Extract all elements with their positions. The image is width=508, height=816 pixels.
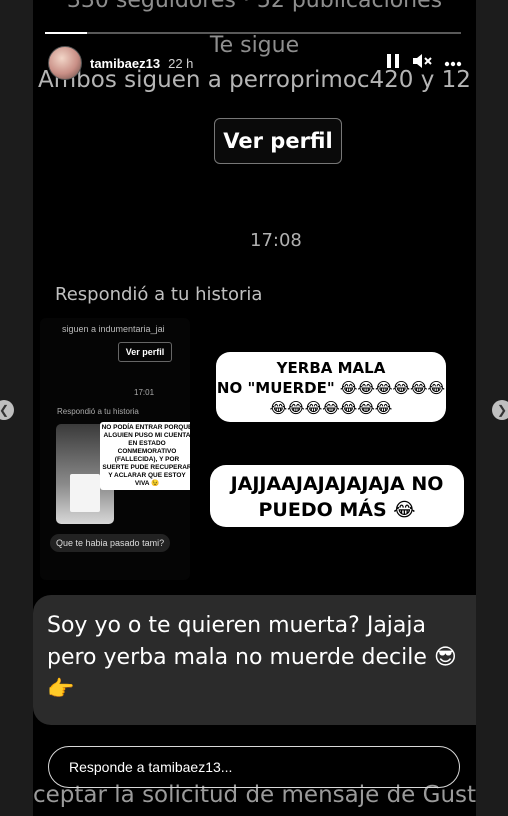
message-bubble: Soy yo o te quieren muerta? Jajaja pero … <box>33 595 476 725</box>
embedded-screenshot: siguen a indumentaria_jai Ver perfil 17:… <box>40 318 190 580</box>
chevron-right-icon: ❯ <box>496 403 508 417</box>
message-line: Soy yo o te quieren muerta? Jajaja <box>47 613 426 638</box>
message-time: 17:08 <box>250 230 302 251</box>
replied-to-story-label: Respondió a tu historia <box>55 284 263 305</box>
pause-icon[interactable] <box>386 53 400 74</box>
message-line: 👉 <box>47 677 75 702</box>
reply-input[interactable]: Responde a tamibaez13... <box>48 746 460 788</box>
reply-placeholder: Responde a tamibaez13... <box>69 759 233 775</box>
chevron-left-icon: ❮ <box>0 403 9 417</box>
profile-stats-text: 330 seguidores · 52 publicaciones <box>66 0 443 13</box>
sticker-line: NO "MUERDE" 😂😂😂😂😂😂 <box>216 379 446 397</box>
message-line: pero yerba mala no muerde decile 😎 <box>47 645 457 670</box>
view-profile-button[interactable]: Ver perfil <box>214 118 342 164</box>
inner-time: 17:01 <box>134 388 155 397</box>
text-sticker-jajaja: JAJJAAJAJAJAJAJA NO PUEDO MÁS 😂 <box>210 465 464 527</box>
sticker-line: JAJJAAJAJAJAJAJA NO <box>230 473 444 495</box>
mute-icon[interactable] <box>412 53 432 74</box>
time-ago: 22 h <box>168 55 194 71</box>
more-icon[interactable] <box>444 54 462 72</box>
inner-text-sticker: NO PODÍA ENTRAR PORQUE ALGUIEN PUSO MI C… <box>100 422 190 490</box>
text-sticker-yerba-mala: YERBA MALA NO "MUERDE" 😂😂😂😂😂😂 😂😂😂😂😂😂😂 <box>216 352 446 422</box>
inner-mutual-text: siguen a indumentaria_jai <box>62 324 165 334</box>
sticker-line: PUEDO MÁS 😂 <box>258 499 416 521</box>
inner-reply-bubble: Que te habia pasado tami? <box>50 534 171 552</box>
inner-replied-label: Respondió a tu historia <box>57 407 139 416</box>
sticker-line: 😂😂😂😂😂😂😂 <box>269 399 393 417</box>
inner-view-profile-button: Ver perfil <box>118 342 172 362</box>
avatar[interactable] <box>48 46 82 80</box>
story-header: tamibaez13 22 h <box>48 46 462 80</box>
story-progress-bar <box>45 32 461 34</box>
sticker-line: YERBA MALA <box>276 359 386 377</box>
next-story-arrow[interactable]: ❯ <box>492 400 508 420</box>
previous-story-arrow[interactable]: ❮ <box>0 400 14 420</box>
username[interactable]: tamibaez13 <box>90 56 160 71</box>
